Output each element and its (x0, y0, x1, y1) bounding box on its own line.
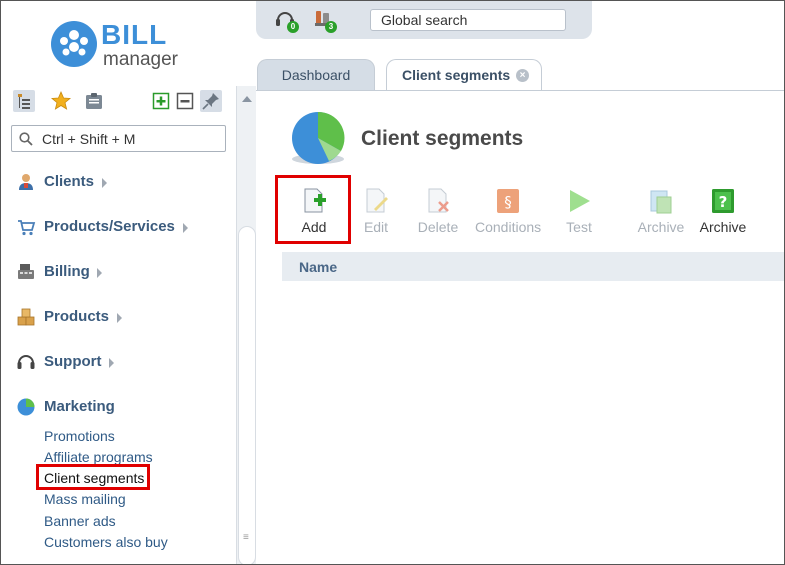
collapse-all-icon[interactable] (174, 90, 196, 112)
client-segments-pie-icon (292, 111, 345, 164)
tasks-tools-icon[interactable]: 3 (312, 8, 337, 33)
cart-icon (18, 220, 36, 236)
chevron-right-icon (97, 268, 102, 278)
tab-label: Client segments (402, 67, 511, 83)
tab-dashboard[interactable]: Dashboard (257, 59, 375, 91)
archive-button-disabled[interactable]: Archive (635, 187, 687, 239)
sidebar-item-label: Clients (44, 173, 95, 190)
pie-chart-icon (17, 398, 35, 416)
scrollbar-thumb[interactable] (238, 226, 256, 564)
edit-button[interactable]: Edit (357, 187, 395, 239)
favorites-star-icon[interactable] (50, 90, 72, 112)
edit-document-icon (366, 188, 388, 213)
chevron-right-icon (102, 178, 107, 188)
support-badge: 0 (287, 21, 299, 33)
conditions-button-label: Conditions (475, 219, 542, 235)
tab-client-segments[interactable]: Client segments × (386, 59, 542, 91)
delete-button[interactable]: Delete (415, 187, 461, 239)
svg-text:§: § (504, 193, 512, 211)
headset-icon (17, 355, 35, 369)
sidebar-search-input[interactable]: Ctrl + Shift + M (11, 125, 226, 152)
archive-button-label: Archive (699, 219, 747, 235)
logo-people-icon (51, 21, 97, 67)
tasks-badge: 3 (325, 21, 337, 33)
submenu-item-customers-also-buy[interactable]: Customers also buy (44, 534, 168, 550)
tree-view-icon[interactable] (13, 90, 35, 112)
boxes-icon (17, 308, 35, 326)
billmanager-logo[interactable]: BILL manager (51, 19, 191, 71)
clients-icon (19, 174, 33, 190)
sidebar-scrollbar[interactable]: ≡ (236, 86, 256, 564)
app-window: BILL manager 0 3 Global search Ctrl + Sh… (0, 0, 785, 565)
pin-icon[interactable] (200, 90, 222, 112)
logo-manager-text: manager (103, 49, 178, 70)
play-icon (570, 190, 590, 212)
submenu-item-promotions[interactable]: Promotions (44, 428, 115, 444)
client-segments-highlight (36, 464, 150, 490)
delete-document-icon (428, 188, 449, 213)
archive-button[interactable]: ? Archive (698, 187, 748, 239)
sidebar-search-placeholder: Ctrl + Shift + M (42, 131, 136, 147)
sidebar-item-label: Support (44, 353, 102, 370)
chevron-right-icon (183, 223, 188, 233)
test-button-label: Test (566, 219, 592, 235)
column-header-name[interactable]: Name (299, 259, 337, 275)
cash-register-icon (18, 264, 34, 279)
scroll-up-arrow-icon[interactable] (242, 96, 252, 102)
logo-bill-text: BILL (101, 19, 168, 50)
tab-label: Dashboard (281, 67, 351, 83)
archive-restore-icon (650, 190, 672, 214)
svg-text:?: ? (719, 193, 728, 211)
sidebar-item-label: Marketing (44, 398, 115, 415)
sidebar-item-label: Products (44, 308, 110, 325)
submenu-item-banner-ads[interactable]: Banner ads (44, 513, 116, 529)
add-button-highlight (275, 175, 351, 244)
sidebar: Ctrl + Shift + M Clients Products/Servic… (1, 86, 236, 564)
global-search-input[interactable]: Global search (370, 9, 566, 31)
top-bar: 0 3 Global search (256, 1, 592, 39)
sidebar-item-label: Products/Services (44, 218, 175, 235)
conditions-button[interactable]: § Conditions (475, 187, 541, 239)
tab-divider (256, 90, 784, 91)
close-tab-icon[interactable]: × (516, 69, 529, 82)
archive-question-icon: ? (712, 189, 734, 213)
conditions-section-icon: § (497, 189, 519, 213)
submenu-item-mass-mailing[interactable]: Mass mailing (44, 491, 126, 507)
delete-button-label: Delete (417, 219, 459, 235)
support-headset-icon[interactable]: 0 (274, 8, 299, 33)
sidebar-toolbar (13, 90, 228, 114)
submenu-item-affiliate-programs[interactable]: Affiliate programs (44, 449, 153, 465)
edit-button-label: Edit (363, 219, 389, 235)
sidebar-item-label: Billing (44, 263, 90, 280)
archive-button-label: Archive (637, 219, 685, 235)
expand-all-icon[interactable] (150, 90, 172, 112)
search-icon (19, 132, 33, 146)
table-header: Name (282, 252, 784, 281)
test-button[interactable]: Test (561, 187, 597, 239)
chevron-right-icon (109, 358, 114, 368)
clipboard-icon[interactable] (83, 90, 105, 112)
chevron-right-icon (117, 313, 122, 323)
resize-grip-icon[interactable]: ≡ (243, 532, 249, 543)
page-title: Client segments (361, 127, 524, 150)
